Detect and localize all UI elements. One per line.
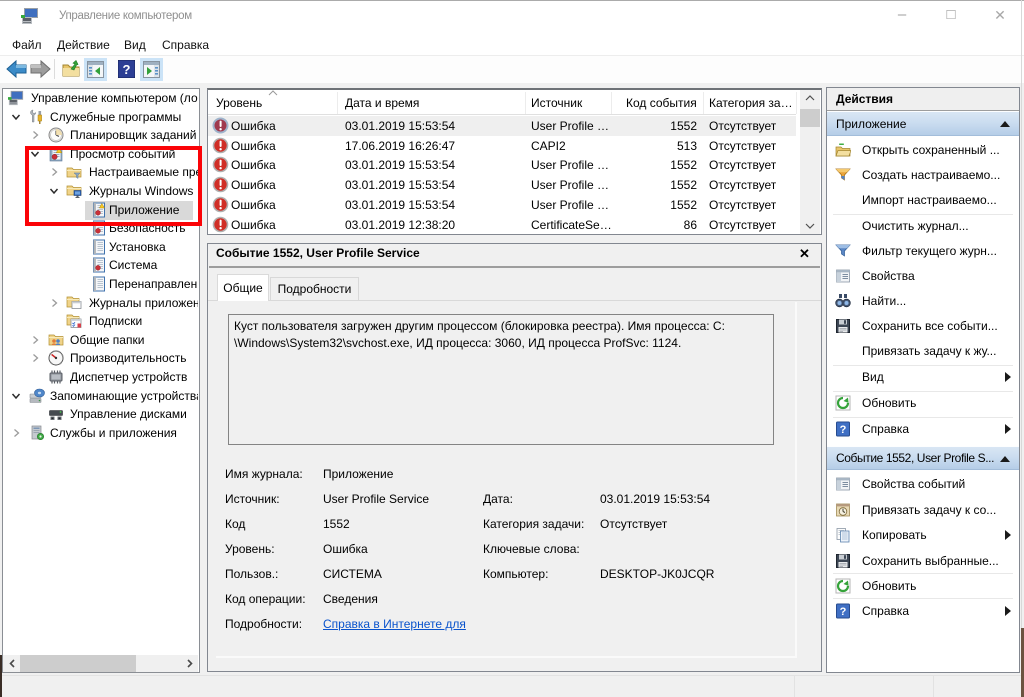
svg-text:?: ?	[123, 62, 131, 77]
svg-text:?: ?	[840, 424, 847, 436]
svg-text:?: ?	[840, 606, 847, 618]
